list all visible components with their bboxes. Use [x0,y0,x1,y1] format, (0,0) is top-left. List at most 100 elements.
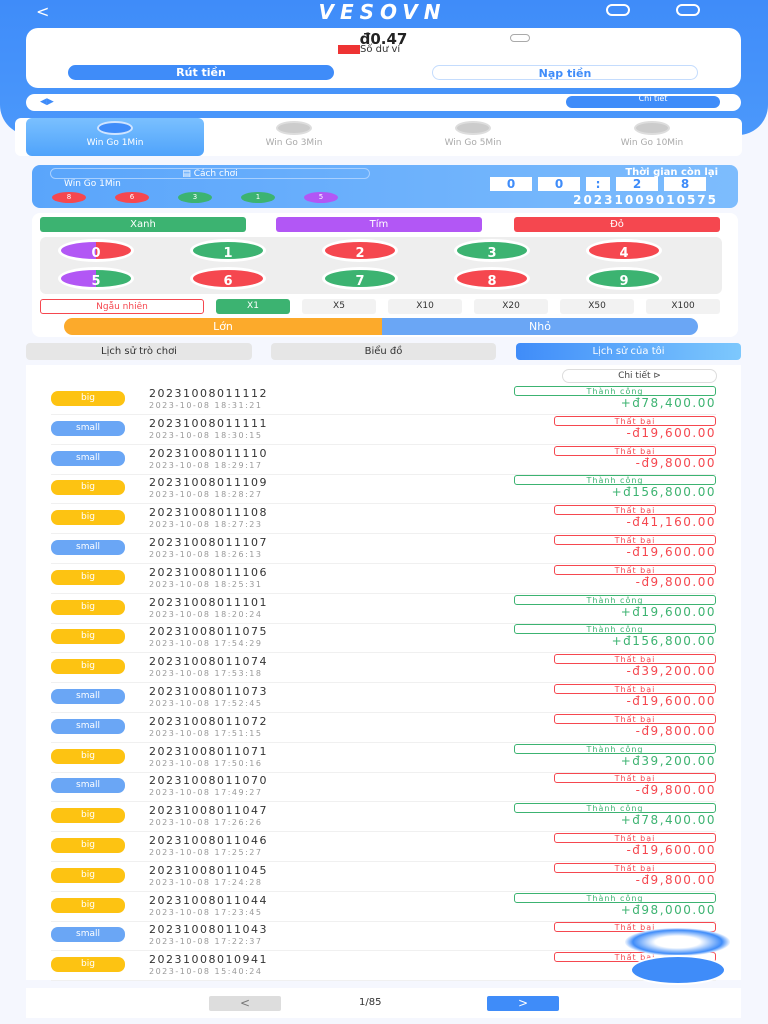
amount: +đ156,800.00 [611,485,716,500]
countdown-digit: 0 [538,177,580,191]
number-ball-4[interactable]: 4 [586,239,662,262]
clock-icon [634,121,670,135]
status-badge: Thất bại [554,535,716,545]
bet-purple-button[interactable]: Tím [276,217,482,232]
bet-time: 2023-10-08 18:29:17 [149,460,263,470]
refresh-icon[interactable] [510,34,530,42]
number-ball-0[interactable]: 0 [58,239,134,262]
notice-detail-button[interactable]: Chi tiết [566,95,720,108]
game-tab-1[interactable]: Win Go 1Min [26,118,204,156]
recent-result-ball: 8 [52,192,86,203]
table-row[interactable]: big 20231008011045 2023-10-08 17:24:28 Thất… [51,862,716,892]
amount: -đ9,800.00 [635,723,716,738]
table-row[interactable]: big 20231008011075 2023-10-08 17:54:29 Thàn… [51,623,716,654]
table-row[interactable]: big 20231008011108 2023-10-08 18:27:23 Thất… [51,504,716,535]
amount: +đ39,200.00 [620,753,716,768]
back-button[interactable]: < [36,2,49,21]
table-row[interactable]: big 20231008011071 2023-10-08 17:50:16 Thàn… [51,743,716,773]
bet-time: 2023-10-08 17:24:28 [149,877,263,887]
table-row[interactable]: big 20231008010941 2023-10-08 15:40:24 Thất… [51,951,716,982]
status-badge: Thành công [514,594,716,605]
bet-small-button[interactable]: Nhỏ [382,318,698,335]
period-id: 20231008011106 [149,565,268,579]
detail-label: Chi tiết [618,371,651,381]
bet-type-badge: small [51,420,125,436]
amount: -đ19,600.00 [626,843,716,857]
bet-big-button[interactable]: Lớn [64,318,382,335]
clock-icon [276,121,312,135]
multiplier-x5[interactable]: X5 [302,299,376,314]
deposit-button[interactable]: Nạp tiền [432,65,698,80]
table-row[interactable]: big 20231008011074 2023-10-08 17:53:18 Thất… [51,653,716,684]
game-tab-4[interactable]: Win Go 10Min [563,118,741,156]
countdown-digit: 2 [616,177,658,191]
number-ball-9[interactable]: 9 [586,267,662,290]
game-tab-label: Win Go 3Min [265,138,323,148]
amount: -đ41,160.00 [626,515,716,530]
bet-time: 2023-10-08 17:49:27 [149,788,263,798]
amount: -đ19,600.00 [626,694,716,708]
status-badge: Thất bại [554,773,716,784]
multiplier-x20[interactable]: X20 [474,299,548,314]
chat-bot-icon[interactable] [630,955,726,985]
table-row[interactable]: small 20231008011073 2023-10-08 17:52:45 Th… [51,683,716,713]
customer-service-icon[interactable] [606,4,630,16]
bet-red-button[interactable]: Đỏ [514,217,720,232]
table-row[interactable]: big 20231008011047 2023-10-08 17:26:26 Thàn… [51,802,716,833]
withdraw-button[interactable]: Rút tiền [68,65,334,80]
recent-result-ball: 6 [115,192,149,203]
table-row[interactable]: small 20231008011072 2023-10-08 17:51:15 Th… [51,713,716,743]
how-to-play-button[interactable]: ▤ Cách chơi [50,168,370,179]
table-row[interactable]: big 20231008011044 2023-10-08 17:23:45 Thàn… [51,892,716,922]
period-id: 20231008011108 [149,506,268,520]
number-ball-7[interactable]: 7 [322,267,398,290]
table-row[interactable]: big 20231008011101 2023-10-08 18:20:24 Thàn… [51,594,716,624]
table-row[interactable]: big 20231008011112 2023-10-08 18:31:21 Thàn… [51,385,716,415]
table-row[interactable]: small 20231008011107 2023-10-08 18:26:13 Th… [51,534,716,564]
period-id: 20231008011110 [149,446,268,460]
status-badge: Thành công [514,743,716,754]
table-row[interactable]: small 20231008011110 2023-10-08 18:29:17 Th… [51,445,716,475]
game-tab-2[interactable]: Win Go 3Min [205,118,383,156]
notice-bar: ◀▶ Chi tiết [26,94,741,111]
table-row[interactable]: big 20231008011106 2023-10-08 18:25:31 Thất… [51,564,716,594]
bet-time: 2023-10-08 17:50:16 [149,758,263,768]
tab-chart[interactable]: Biểu đồ [271,343,496,360]
multiplier-x10[interactable]: X10 [388,299,462,314]
period-id: 20231008011074 [149,655,268,669]
countdown-digit: 8 [664,177,706,191]
multiplier-x1[interactable]: X1 [216,299,290,314]
table-row[interactable]: small 20231008011111 2023-10-08 18:30:15 Th… [51,415,716,445]
bet-type-badge: big [51,510,125,526]
period-id: 20231008011045 [149,863,268,877]
number-ball-1[interactable]: 1 [190,239,266,262]
dragon-float-icon[interactable] [625,928,730,956]
bet-type-badge: small [51,689,125,704]
amount: -đ39,200.00 [626,664,716,679]
table-row[interactable]: small 20231008011043 2023-10-08 17:22:37 Th… [51,921,716,952]
next-page-button[interactable]: > [487,996,559,1011]
table-row[interactable]: small 20231008011070 2023-10-08 17:49:27 Th… [51,772,716,803]
bet-green-button[interactable]: Xanh [40,217,246,232]
random-button[interactable]: Ngẫu nhiên [40,299,204,314]
amount: +đ78,400.00 [620,396,716,410]
how-to-play-label: Cách chơi [193,169,238,179]
tab-my-history[interactable]: Lịch sử của tôi [516,343,741,360]
multiplier-x50[interactable]: X50 [560,299,634,314]
prev-page-button[interactable]: < [209,996,281,1011]
music-icon[interactable] [676,4,700,16]
number-ball-5[interactable]: 5 [58,267,134,290]
game-tab-3[interactable]: Win Go 5Min [384,118,562,156]
number-ball-6[interactable]: 6 [190,267,266,290]
table-row[interactable]: big 20231008011046 2023-10-08 17:25:27 Thất… [51,832,716,862]
number-ball-2[interactable]: 2 [322,239,398,262]
table-row[interactable]: big 20231008011109 2023-10-08 18:28:27 Thàn… [51,474,716,505]
number-ball-8[interactable]: 8 [454,267,530,290]
detail-button[interactable]: Chi tiết ⊳ [562,369,717,383]
tab-game-history[interactable]: Lịch sử trò chơi [26,343,252,360]
bet-type-badge: big [51,569,125,585]
number-ball-3[interactable]: 3 [454,239,530,262]
status-badge: Thành công [514,624,716,635]
multiplier-x100[interactable]: X100 [646,299,720,314]
bet-type-badge: small [51,778,125,794]
